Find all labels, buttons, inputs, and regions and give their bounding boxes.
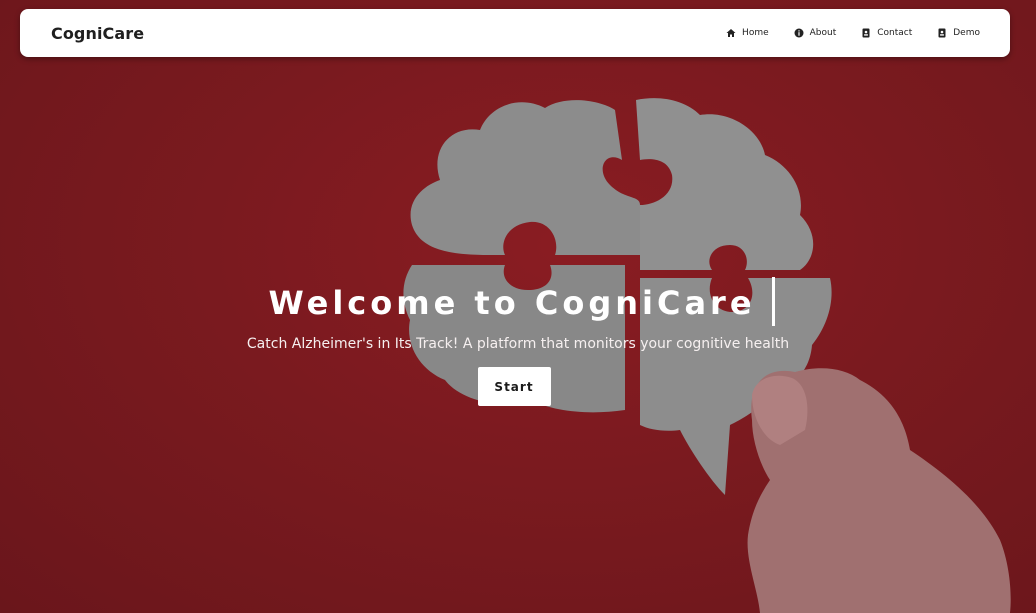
hero-content: Welcome to CogniCare Catch Alzheimer's i… (0, 283, 1036, 406)
nav-link-contact[interactable]: Contact (861, 28, 912, 38)
hero-section: CogniCare Home About Contact Demo Welcom… (0, 0, 1036, 613)
top-navbar: CogniCare Home About Contact Demo (20, 9, 1010, 57)
nav-link-label: About (809, 28, 837, 38)
nav-link-label: Contact (877, 28, 913, 38)
nav-links: Home About Contact Demo (726, 28, 980, 38)
hero-subtitle: Catch Alzheimer's in Its Track! A platfo… (246, 336, 790, 352)
info-icon (794, 28, 804, 38)
demo-icon (938, 28, 946, 38)
home-icon (726, 29, 736, 37)
start-button[interactable]: Start (477, 367, 551, 406)
nav-link-home[interactable]: Home (726, 28, 769, 38)
nav-link-demo[interactable]: Demo (937, 28, 980, 38)
nav-link-label: Demo (953, 28, 980, 38)
nav-link-label: Home (742, 28, 769, 38)
nav-link-about[interactable]: About (794, 28, 837, 38)
contact-icon (862, 28, 870, 38)
brand-logo[interactable]: CogniCare (51, 24, 144, 43)
hero-title: Welcome to CogniCare (268, 284, 756, 322)
puzzle-piece-top-left (410, 100, 640, 255)
puzzle-piece-top-right (636, 98, 814, 270)
